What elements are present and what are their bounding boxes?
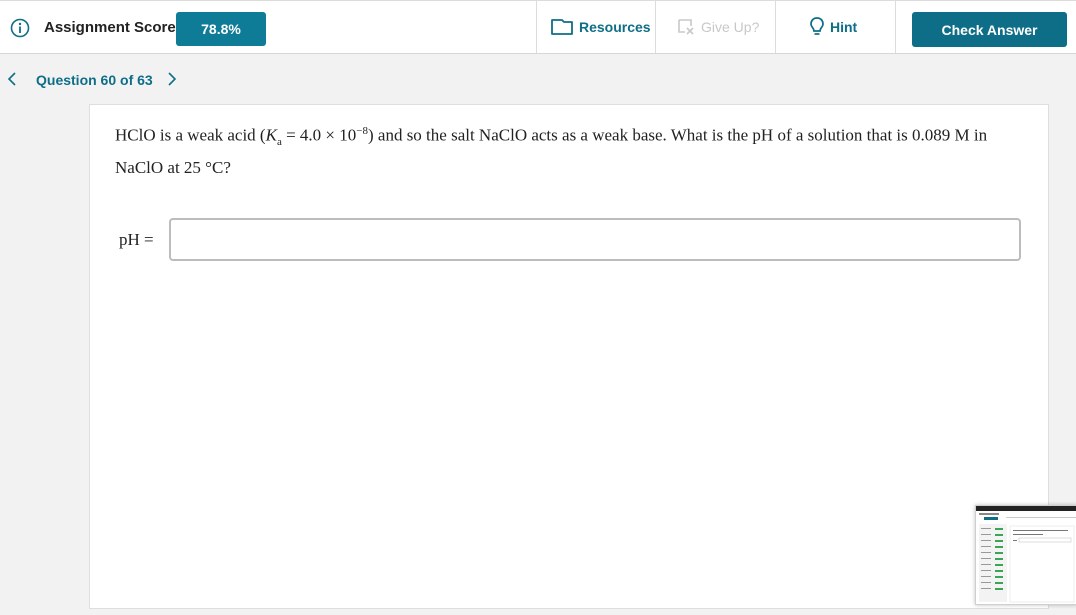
resources-label: Resources [579, 19, 651, 35]
top-toolbar: Assignment Score: 78.8% Resources Give U… [0, 0, 1076, 54]
hint-label: Hint [830, 19, 858, 35]
ka-symbol: K [265, 125, 277, 145]
question-text: HClO is a weak acid (Ka = 4.0 × 10−8) an… [115, 118, 1030, 181]
give-up-icon [678, 19, 694, 35]
page-thumbnail-preview[interactable] [975, 505, 1076, 605]
question-text-part: HClO is a weak acid ( [115, 125, 266, 145]
question-text-part: = 4.0 × 10 [281, 125, 357, 145]
lightbulb-icon [810, 17, 824, 35]
give-up-label: Give Up? [701, 19, 760, 35]
ph-answer-input[interactable] [169, 218, 1021, 261]
info-icon[interactable] [10, 18, 30, 38]
chevron-left-icon[interactable] [6, 71, 20, 87]
give-up-button[interactable]: Give Up? [656, 1, 776, 53]
score-badge: 78.8% [176, 12, 266, 46]
resources-button[interactable]: Resources [536, 1, 656, 53]
exponent: −8 [356, 125, 368, 137]
question-card: HClO is a weak acid (Ka = 4.0 × 10−8) an… [89, 104, 1049, 609]
question-counter[interactable]: Question 60 of 63 [36, 72, 153, 88]
assignment-score-label: Assignment Score: [44, 19, 181, 36]
thumbnail-image [976, 506, 1076, 603]
hint-button[interactable]: Hint [776, 1, 896, 53]
question-navigation: Question 60 of 63 [0, 65, 300, 95]
chevron-right-icon[interactable] [165, 71, 179, 87]
check-answer-button[interactable]: Check Answer [912, 12, 1067, 47]
book-icon [551, 19, 573, 35]
ph-label: pH = [119, 230, 154, 249]
